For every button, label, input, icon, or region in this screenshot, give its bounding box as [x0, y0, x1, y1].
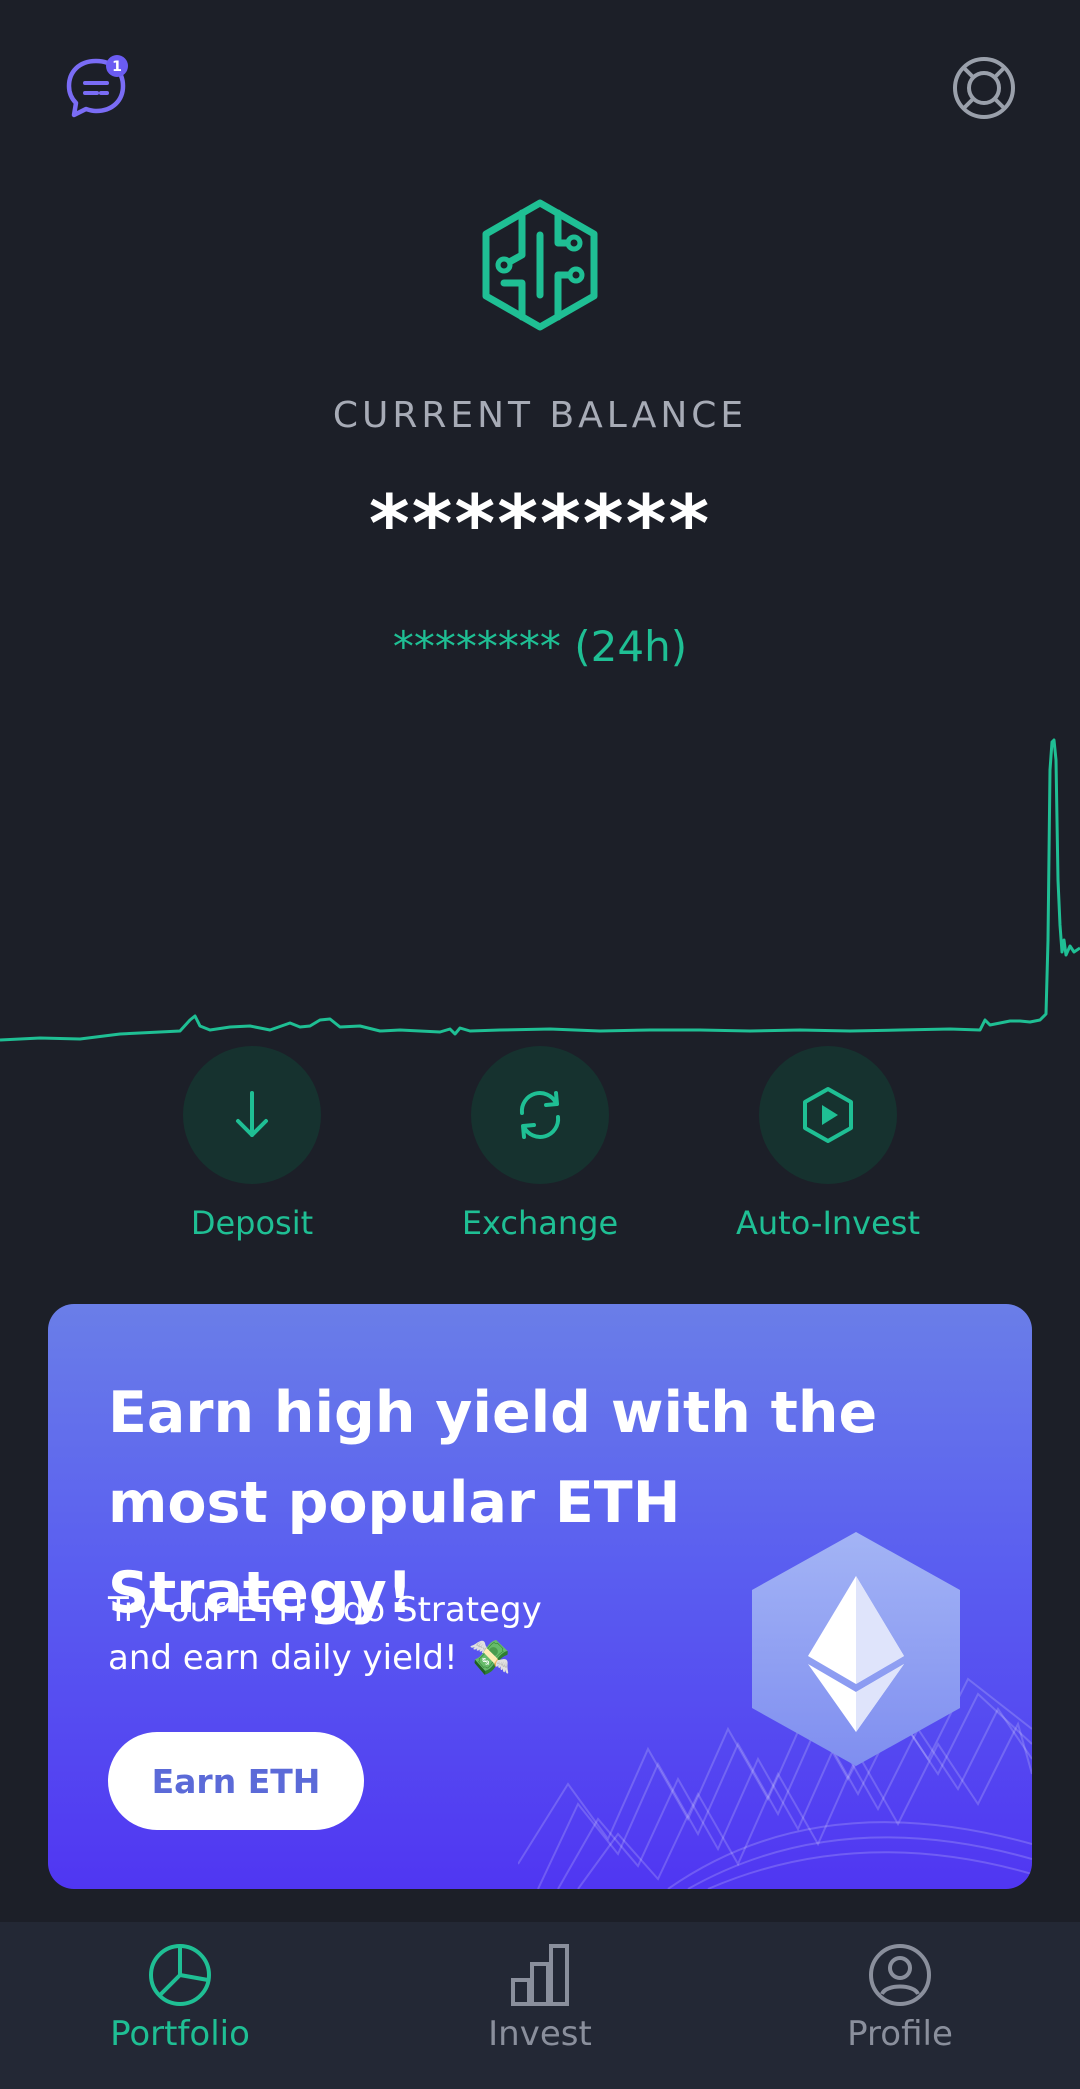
nav-item-profile[interactable]: Profile: [780, 1942, 1020, 2054]
auto-invest-button[interactable]: [759, 1046, 897, 1184]
balance-label: CURRENT BALANCE: [332, 395, 748, 436]
chat-button[interactable]: 1: [56, 48, 136, 128]
nav-label-profile: Profile: [847, 2014, 953, 2054]
auto-invest-label: Auto-Invest: [736, 1204, 920, 1242]
exchange-button[interactable]: [471, 1046, 609, 1184]
lifebuoy-icon: [953, 57, 1015, 119]
notification-count: 1: [112, 59, 122, 75]
nav-item-invest[interactable]: Invest: [420, 1942, 660, 2054]
support-button[interactable]: [944, 48, 1024, 128]
user-icon: [869, 1944, 931, 2006]
balance-change-24h: ******** (24h): [392, 622, 688, 671]
exchange-icon: [519, 1091, 561, 1139]
balance-chart-line: [0, 738, 1080, 1042]
deposit-button[interactable]: [183, 1046, 321, 1184]
nav-label-invest: Invest: [488, 2014, 592, 2054]
bar-chart-icon: [511, 1944, 569, 2006]
pie-chart-icon: [149, 1944, 211, 2006]
deposit-action[interactable]: Deposit: [162, 1046, 342, 1242]
deposit-label: Deposit: [190, 1204, 314, 1242]
balance-value[interactable]: ********: [0, 480, 1080, 570]
chat-bubble-icon: 1: [66, 55, 128, 118]
nav-label-portfolio: Portfolio: [110, 2014, 250, 2054]
nav-item-portfolio[interactable]: Portfolio: [60, 1942, 300, 2054]
exchange-action[interactable]: Exchange: [450, 1046, 630, 1242]
play-hexagon-icon: [803, 1087, 853, 1143]
ethereum-icon: [752, 1532, 960, 1766]
promo-card[interactable]: Earn high yield with the most popular ET…: [48, 1304, 1032, 1889]
bottom-navigation: Portfolio Invest Profile: [0, 1922, 1080, 2089]
exchange-label: Exchange: [461, 1204, 619, 1242]
promo-description: Try our ETH Lido Strategy and earn daily…: [108, 1590, 542, 1678]
balance-chart[interactable]: [0, 720, 1080, 1050]
auto-invest-action[interactable]: Auto-Invest: [736, 1046, 920, 1242]
earn-eth-button[interactable]: Earn ETH: [108, 1732, 364, 1830]
arrow-down-icon: [236, 1091, 268, 1137]
brand-logo-icon: [482, 199, 598, 331]
